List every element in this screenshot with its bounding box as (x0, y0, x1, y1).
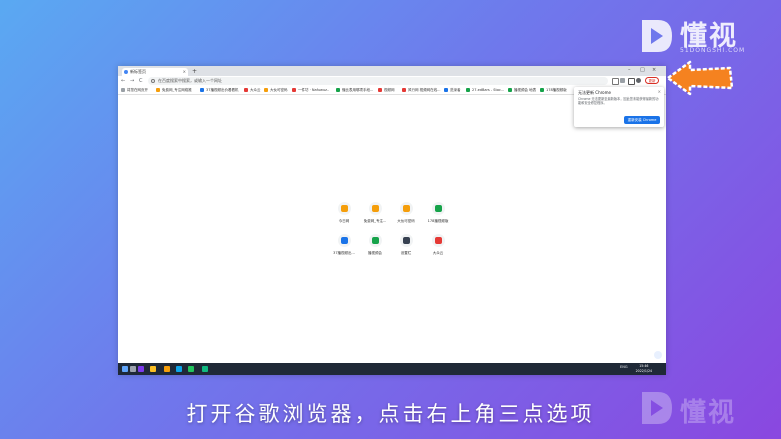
bookmark-favicon-icon (444, 88, 448, 92)
pointer-arrow-icon (666, 60, 734, 96)
bookmark-item[interactable]: 37播视频出价看看机 (200, 87, 238, 93)
system-clock[interactable]: 15:46 2022/1/24 (636, 364, 652, 373)
sidepanel-icon[interactable] (628, 78, 635, 85)
share-icon[interactable] (612, 78, 619, 85)
shortcut-circle (399, 234, 413, 247)
language-indicator[interactable]: ENG (620, 365, 628, 369)
bookmark-favicon-icon (121, 88, 125, 92)
file-explorer-icon[interactable] (164, 366, 170, 372)
bookmark-favicon-icon (244, 88, 248, 92)
chrome-icon[interactable] (150, 366, 156, 372)
bookmark-item[interactable]: 免费网_专注网络推 (156, 87, 192, 93)
browser-window: 新标签页 × + – □ × ← → C 在百度搜索中搜索，或输入一个网址 更新… (118, 66, 666, 375)
back-button[interactable]: ← (121, 77, 125, 85)
tab-title: 新标签页 (130, 69, 146, 74)
bookmark-item[interactable]: 27.edBars - Stoc... (466, 87, 504, 93)
bookmark-favicon-icon (540, 88, 544, 92)
bookmark-favicon-icon (402, 88, 406, 92)
shortcut-favicon-icon (434, 205, 442, 212)
shortcut-label: 大众云 (432, 251, 444, 255)
customize-gear-icon[interactable] (654, 351, 662, 359)
bookmark-favicon-icon (264, 88, 268, 92)
shortcut-favicon-icon (402, 205, 410, 212)
update-error-popup: × 无法更新 Chrome Chrome 无法更新至最新版本，因此您未能获得最新… (574, 87, 664, 127)
reinstall-chrome-button[interactable]: 重新安装 Chrome (624, 116, 660, 124)
bookmark-item[interactable]: 懂比表用哪项手段... (336, 87, 373, 93)
bookmark-item[interactable]: 大众云 (244, 87, 261, 93)
bookmark-favicon-icon (292, 88, 296, 92)
new-tab-button[interactable]: + (192, 68, 197, 75)
bookmark-favicon-icon (200, 88, 204, 92)
shortcut-circle (368, 234, 382, 247)
bookmark-favicon-icon (156, 88, 160, 92)
tab-close-icon[interactable]: × (183, 68, 186, 76)
bookmark-item[interactable]: 范深者 (444, 87, 461, 93)
start-icon[interactable] (122, 366, 128, 372)
brand-logo-mark (642, 20, 672, 52)
bookmark-favicon-icon (508, 88, 512, 92)
bookmark-item[interactable]: 风行网 视频网在线... (402, 87, 440, 93)
tab-favicon-icon (124, 70, 128, 74)
store-icon[interactable] (188, 366, 194, 372)
bookmark-item[interactable]: 视频网 (378, 87, 395, 93)
minimize-button[interactable]: – (628, 67, 631, 73)
bookmark-favicon-icon (378, 88, 382, 92)
shortcut-circle (431, 234, 445, 247)
settings-app-icon[interactable] (202, 366, 208, 372)
reload-button[interactable]: C (139, 77, 143, 85)
shortcut-favicon-icon (402, 237, 410, 244)
search-icon (151, 79, 155, 83)
popup-title: 无法更新 Chrome (578, 90, 611, 95)
profile-icon[interactable] (636, 78, 641, 83)
bookmark-item[interactable]: 播视频会 地表 (508, 87, 536, 93)
address-bar-placeholder: 在百度搜索中搜索，或输入一个网址 (158, 78, 222, 83)
watermark-brand: 懂视 (680, 398, 737, 428)
shortcut-circle (368, 202, 382, 215)
bookmark-item[interactable]: 一件坊 · Nafuwuz.. (292, 87, 329, 93)
bookmark-favicon-icon (466, 88, 470, 92)
shortcut-favicon-icon (340, 205, 348, 212)
shortcut-circle (431, 202, 445, 215)
bookmark-star-icon[interactable] (620, 78, 625, 83)
popup-close-icon[interactable]: × (658, 89, 661, 94)
brand-logo: 懂视 51DONGSHI.COM (636, 14, 766, 62)
maximize-button[interactable]: □ (640, 67, 645, 73)
bookmark-item[interactable]: 178播视频版 (540, 87, 567, 93)
taskbar: ENG 15:46 2022/1/24 (118, 363, 666, 375)
watermark-logo-mark (642, 392, 672, 424)
shortcut-favicon-icon (371, 205, 379, 212)
edge-icon[interactable] (176, 366, 182, 372)
shortcut-favicon-icon (434, 237, 442, 244)
popup-message: Chrome 无法更新至最新版本，因此您未能获得最新的功能和安全修复程序。 (578, 97, 659, 106)
shortcut-favicon-icon (340, 237, 348, 244)
toolbar: ← → C 在百度搜索中搜索，或输入一个网址 更新 (118, 76, 666, 86)
close-window-button[interactable]: × (652, 67, 656, 73)
premiere-icon[interactable] (138, 366, 144, 372)
shortcut-circle (337, 234, 351, 247)
search-taskbar-icon[interactable] (130, 366, 136, 372)
bookmark-item[interactable]: 将您在网页开 (121, 87, 148, 93)
bookmark-item[interactable]: 大伙可密码 (264, 87, 288, 93)
shortcut-tile[interactable]: 大众云 (418, 234, 458, 256)
address-bar[interactable]: 在百度搜索中搜索，或输入一个网址 (148, 77, 608, 85)
shortcut-circle (337, 202, 351, 215)
forward-button[interactable]: → (130, 77, 134, 85)
update-button[interactable]: 更新 (645, 77, 659, 84)
clock-date: 2022/1/24 (635, 368, 652, 373)
brand-sub: 51DONGSHI.COM (680, 47, 746, 54)
title-bar: 新标签页 × + – □ × (118, 66, 666, 76)
browser-tab[interactable]: 新标签页 × (122, 68, 188, 76)
shortcut-circle (399, 202, 413, 215)
shortcut-label: 178播视频版 (427, 219, 449, 223)
bookmark-favicon-icon (336, 88, 340, 92)
shortcut-tile[interactable]: 178播视频版 (418, 202, 458, 224)
shortcut-favicon-icon (371, 237, 379, 244)
